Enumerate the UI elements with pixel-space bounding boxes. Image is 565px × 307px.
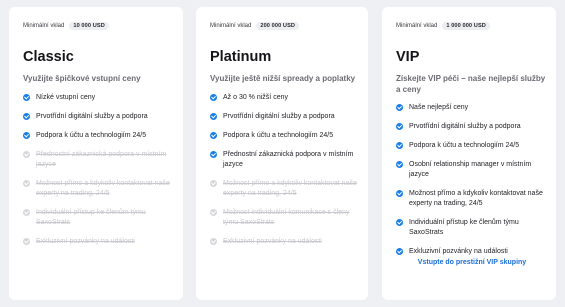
check-icon (396, 219, 403, 226)
feature-item-disabled: Možnost přímo a kdykoliv kontaktovat naš… (210, 179, 359, 199)
plan-subtitle: Využijte špičkové vstupní ceny (23, 74, 141, 83)
check-icon (210, 112, 217, 120)
feature-item: Nízké vstupní ceny (23, 93, 174, 103)
feature-item: Prvotřídní digitální služby a podpora (23, 112, 174, 122)
check-icon (23, 93, 30, 101)
feature-item-disabled: Exkluzivní pozvánky na události (23, 237, 174, 247)
plan-title: VIP (396, 49, 420, 65)
min-deposit-badge: 10 000 USD (69, 22, 109, 30)
feature-text: Exkluzivní pozvánky na události (36, 237, 135, 245)
check-icon (23, 150, 30, 158)
min-deposit-badge: 1 000 000 USD (442, 22, 490, 30)
feature-item-disabled: Individuální přístup ke členům týmu Saxo… (23, 208, 174, 228)
feature-text: Možnost přímo a kdykoliv kontaktovat naš… (36, 179, 170, 197)
feature-text: Prvotřídní digitální služby a podpora (36, 112, 148, 120)
check-icon (396, 248, 403, 255)
check-icon (210, 150, 217, 158)
feature-text: Možnost individuální komunikace s členy … (223, 208, 350, 226)
feature-text: Prvotřídní digitální služby a podpora (223, 112, 335, 120)
feature-item-disabled: Přednostní zákaznická podpora v místním … (23, 150, 174, 170)
feature-item: Exkluzivní pozvánky na události Vstupte … (396, 247, 547, 268)
feature-text: Podpora k účtu a technologiím 24/5 (409, 142, 520, 149)
feature-text: Individuální přístup ke členům týmu Saxo… (409, 219, 519, 236)
check-icon (210, 93, 217, 101)
feature-text: Prvotřídní digitální služby a podpora (409, 123, 521, 130)
plan-card-classic: Minimální vklad 10 000 USD Classic Využi… (9, 7, 183, 300)
feature-text: Exkluzivní pozvánky na události (223, 237, 322, 245)
feature-item: Podpora k účtu a technologiím 24/5 (396, 141, 547, 151)
check-icon (23, 112, 30, 120)
check-icon (210, 237, 217, 245)
feature-list: Nízké vstupní ceny Prvotřídní digitální … (23, 93, 174, 247)
check-icon (396, 161, 403, 168)
check-icon (23, 208, 30, 216)
plan-card-platinum: Minimální vklad 200 000 USD Platinum Vyu… (196, 7, 368, 300)
feature-item: Prvotřídní digitální služby a podpora (396, 122, 547, 132)
check-icon (396, 123, 403, 130)
feature-text: Individuální přístup ke členům týmu Saxo… (36, 208, 146, 226)
feature-list: Až o 30 % nižší ceny Prvotřídní digitáln… (210, 93, 359, 247)
feature-item-disabled: Možnost individuální komunikace s členy … (210, 208, 359, 228)
check-icon (210, 179, 217, 187)
feature-text: Přednostní zákaznická podpora v místním … (223, 150, 354, 168)
feature-text: Podpora k účtu a technologiím 24/5 (36, 131, 147, 139)
feature-text: Přednostní zákaznická podpora v místním … (36, 150, 167, 168)
check-icon (23, 237, 30, 245)
feature-text: Podpora k účtu a technologiím 24/5 (223, 131, 334, 139)
feature-item: Podpora k účtu a technologiím 24/5 (23, 131, 174, 141)
plan-card-vip: Minimální vklad 1 000 000 USD VIP Získej… (382, 7, 556, 300)
feature-item: Možnost přímo a kdykoliv kontaktovat naš… (396, 189, 547, 209)
feature-text: Nízké vstupní ceny (36, 93, 96, 101)
vip-group-link[interactable]: Vstupte do prestižní VIP skupiny (409, 258, 547, 268)
feature-text: Možnost přímo a kdykoliv kontaktovat naš… (409, 190, 543, 207)
feature-item: Naše nejlepší ceny (396, 103, 547, 113)
feature-item: Až o 30 % nižší ceny (210, 93, 359, 103)
check-icon (396, 190, 403, 197)
feature-item: Podpora k účtu a technologiím 24/5 (210, 131, 359, 141)
plan-title: Platinum (210, 49, 272, 65)
min-deposit-row: Minimální vklad 200 000 USD (210, 20, 359, 32)
feature-text: Exkluzivní pozvánky na události (409, 248, 508, 255)
feature-item: Prvotřídní digitální služby a podpora (210, 112, 359, 122)
plan-subtitle: Získejte VIP péči – naše nejlepší služby… (396, 74, 546, 94)
feature-text: Možnost přímo a kdykoliv kontaktovat naš… (223, 179, 357, 197)
check-icon (23, 131, 30, 139)
min-deposit-label: Minimální vklad (23, 23, 65, 29)
check-icon (396, 104, 403, 111)
feature-item-disabled: Exkluzivní pozvánky na události (210, 237, 359, 247)
min-deposit-label: Minimální vklad (210, 23, 252, 29)
feature-item: Individuální přístup ke členům týmu Saxo… (396, 218, 547, 238)
feature-list: Naše nejlepší ceny Prvotřídní digitální … (396, 103, 547, 268)
feature-text: Až o 30 % nižší ceny (223, 93, 288, 101)
check-icon (210, 131, 217, 139)
feature-text: Osobní relationship manager v místním ja… (409, 161, 532, 178)
feature-text: Naše nejlepší ceny (409, 104, 469, 111)
plan-title: Classic (23, 49, 74, 65)
min-deposit-row: Minimální vklad 10 000 USD (23, 20, 174, 32)
min-deposit-row: Minimální vklad 1 000 000 USD (396, 20, 547, 32)
plan-subtitle: Využijte ještě nižší spready a poplatky (210, 74, 356, 83)
check-icon (210, 208, 217, 216)
feature-item: Přednostní zákaznická podpora v místním … (210, 150, 359, 170)
check-icon (396, 142, 403, 149)
min-deposit-badge: 200 000 USD (256, 22, 300, 30)
check-icon (23, 179, 30, 187)
min-deposit-label: Minimální vklad (396, 23, 438, 29)
feature-item: Osobní relationship manager v místním ja… (396, 160, 547, 180)
feature-item-disabled: Možnost přímo a kdykoliv kontaktovat naš… (23, 179, 174, 199)
